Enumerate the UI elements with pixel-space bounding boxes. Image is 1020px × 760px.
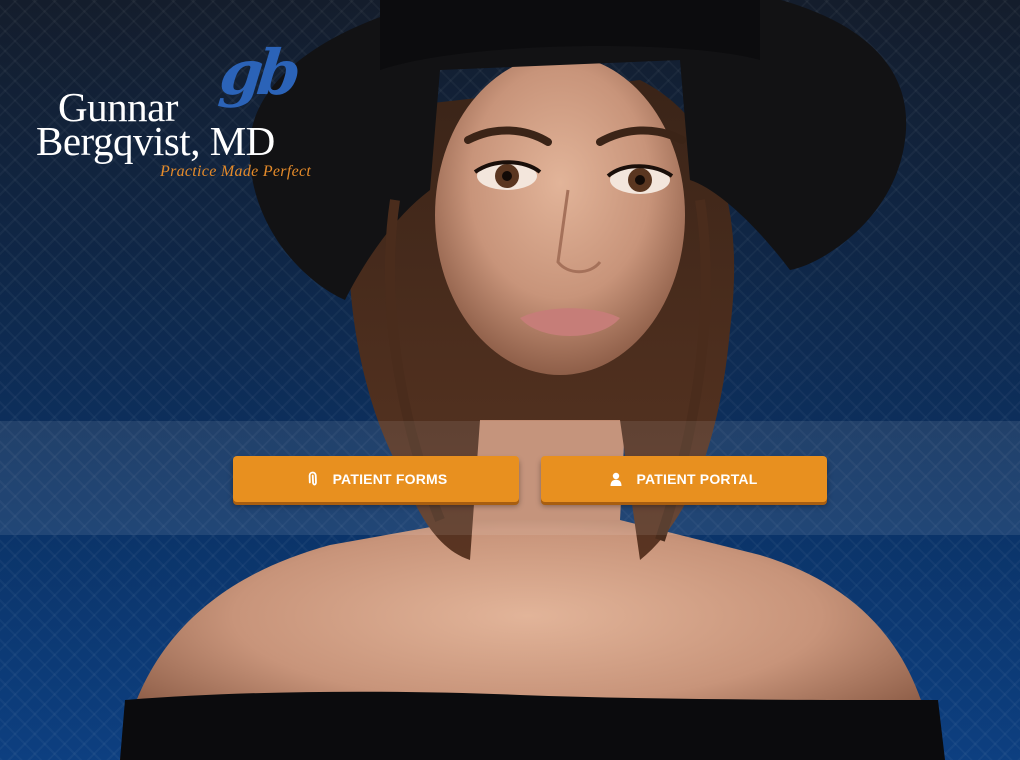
practice-logo[interactable]: gb Gunnar Bergqvist, MD Practice Made Pe… [34, 36, 334, 190]
logo-name-line2: Bergqvist, MD [36, 118, 275, 164]
patient-forms-button[interactable]: PATIENT FORMS [233, 456, 519, 502]
patient-portal-button[interactable]: PATIENT PORTAL [541, 456, 827, 502]
patient-portal-label: PATIENT PORTAL [636, 471, 758, 487]
logo-name: Gunnar Bergqvist, MD [36, 87, 275, 164]
logo-tagline: Practice Made Perfect [160, 163, 312, 180]
paperclip-icon [308, 471, 317, 486]
user-icon [610, 472, 622, 486]
patient-forms-label: PATIENT FORMS [332, 471, 448, 487]
